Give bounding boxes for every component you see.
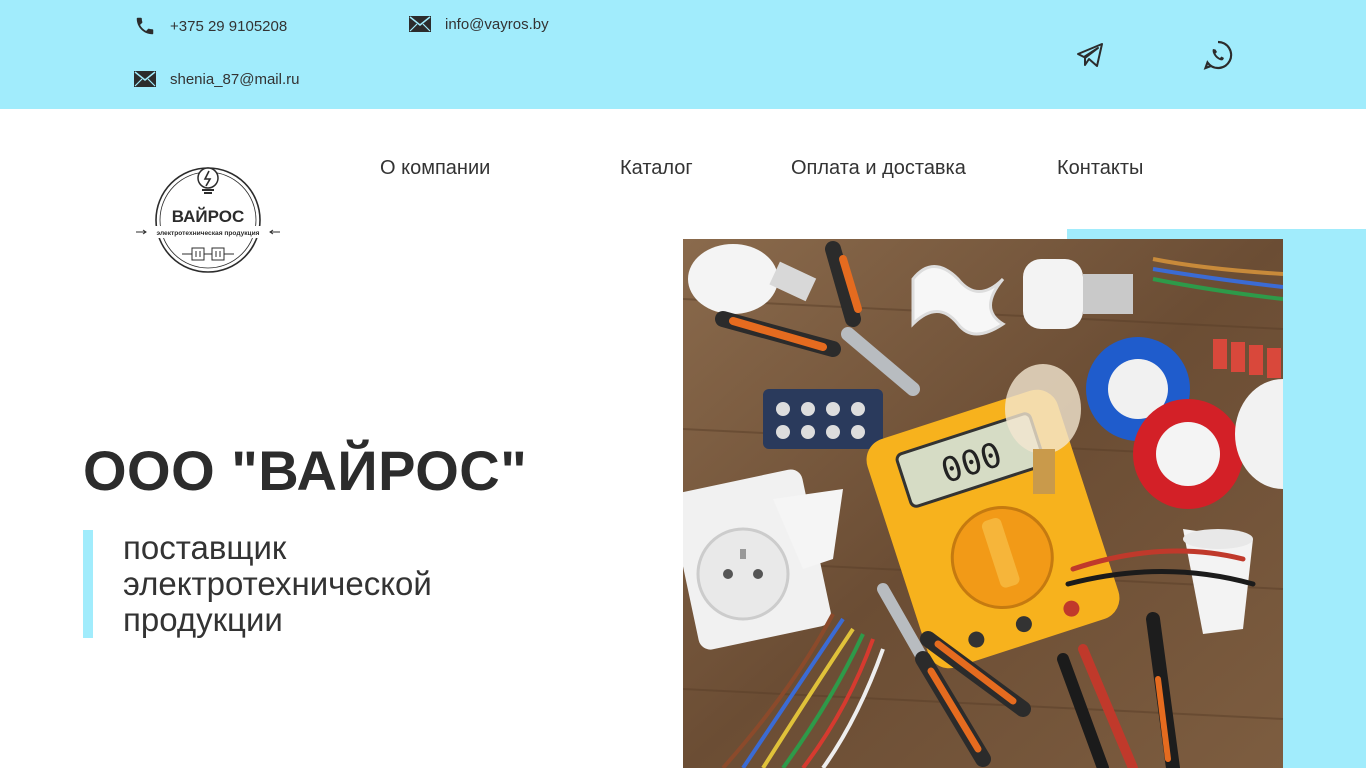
email-link-primary[interactable]: info@vayros.by xyxy=(409,15,549,33)
hero-title: ООО "ВАЙРОС" xyxy=(83,439,528,502)
telegram-button[interactable] xyxy=(1073,38,1107,72)
logo-emblem: ВАЙРОС электротехническая продукция xyxy=(136,167,280,273)
email-text-secondary: shenia_87@mail.ru xyxy=(170,70,300,88)
accent-bar xyxy=(83,530,93,638)
nav-item-payment-delivery[interactable]: Оплата и доставка xyxy=(791,157,966,180)
whatsapp-icon xyxy=(1203,40,1233,70)
subtitle-line: поставщик xyxy=(123,529,287,566)
nav-item-contacts[interactable]: Контакты xyxy=(1057,157,1143,180)
terminal-block xyxy=(763,389,883,449)
phone-icon xyxy=(136,17,154,35)
top-contact-bar: +375 29 9105208 info@vayros.by shenia_87… xyxy=(0,0,1366,109)
subtitle-line: электротехнической xyxy=(123,565,432,602)
electrical-tools-illustration: 000 xyxy=(683,239,1283,768)
nav-item-catalog[interactable]: Каталог xyxy=(620,157,693,180)
mail-icon xyxy=(409,16,431,32)
logo-title: ВАЙРОС xyxy=(172,207,245,226)
logo-tagline: электротехническая продукция xyxy=(156,230,259,237)
hero-subtitle: поставщик электротехнической продукции xyxy=(123,530,563,638)
hero-image: 000 xyxy=(683,239,1283,768)
whatsapp-button[interactable] xyxy=(1201,38,1235,72)
email-link-secondary[interactable]: shenia_87@mail.ru xyxy=(134,70,299,88)
nav-item-about[interactable]: О компании xyxy=(380,157,490,180)
email-text-primary: info@vayros.by xyxy=(445,15,549,33)
subtitle-line: продукции xyxy=(123,601,283,638)
phone-text: +375 29 9105208 xyxy=(170,17,288,35)
telegram-icon xyxy=(1077,43,1103,67)
mail-icon xyxy=(134,71,156,87)
company-logo[interactable]: ВАЙРОС электротехническая продукция xyxy=(134,164,282,276)
phone-link[interactable]: +375 29 9105208 xyxy=(134,15,287,37)
